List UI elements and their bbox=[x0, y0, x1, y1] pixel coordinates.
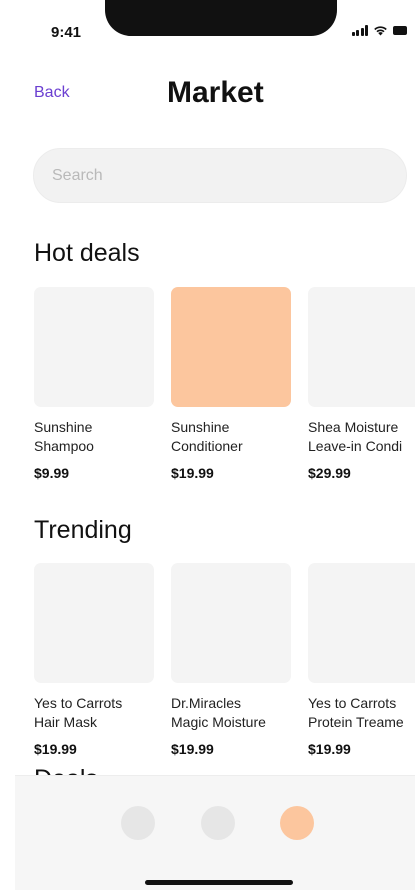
product-price: $9.99 bbox=[34, 465, 70, 481]
product-price: $19.99 bbox=[34, 741, 77, 757]
signal-icon bbox=[351, 25, 368, 36]
section-title-hot-deals: Hot deals bbox=[34, 239, 140, 267]
product-card[interactable]: Yes to Carrots Protein Treame $19.99 bbox=[308, 563, 415, 757]
status-time: 9:41 bbox=[51, 24, 82, 41]
product-name: Shea Moisture Leave-in Condi bbox=[308, 419, 403, 454]
product-image bbox=[171, 563, 291, 683]
product-image bbox=[34, 287, 154, 407]
product-card[interactable]: Shea Moisture Leave-in Condi $29.99 bbox=[308, 287, 415, 481]
status-icons bbox=[351, 25, 410, 36]
product-name: Sunshine Conditioner bbox=[171, 419, 243, 454]
product-card[interactable]: Sunshine Conditioner $19.99 bbox=[171, 287, 291, 481]
phone-screen: 9:41 Back Market Hot deals Sunshine Sham bbox=[15, 0, 415, 890]
search-input[interactable] bbox=[34, 149, 406, 202]
tab-3[interactable] bbox=[280, 806, 314, 840]
notch bbox=[105, 0, 337, 36]
product-image bbox=[34, 563, 154, 683]
search-box[interactable] bbox=[33, 148, 407, 203]
product-name: Dr.Miracles Magic Moisture bbox=[171, 695, 266, 730]
product-price: $19.99 bbox=[171, 465, 214, 481]
product-image bbox=[308, 563, 415, 683]
product-image bbox=[308, 287, 415, 407]
wifi-icon bbox=[373, 25, 388, 36]
product-name: Sunshine Shampoo bbox=[34, 419, 94, 454]
section-title-trending: Trending bbox=[34, 516, 132, 544]
product-price: $29.99 bbox=[308, 465, 351, 481]
product-price: $19.99 bbox=[308, 741, 351, 757]
product-card[interactable]: Yes to Carrots Hair Mask $19.99 bbox=[34, 563, 154, 757]
product-image bbox=[171, 287, 291, 407]
tab-2[interactable] bbox=[201, 806, 235, 840]
product-name: Yes to Carrots Protein Treame bbox=[308, 695, 404, 730]
product-card[interactable]: Sunshine Shampoo $9.99 bbox=[34, 287, 154, 481]
product-card[interactable]: Dr.Miracles Magic Moisture $19.99 bbox=[171, 563, 291, 757]
product-row-trending: Yes to Carrots Hair Mask $19.99 Dr.Mirac… bbox=[34, 563, 415, 757]
product-price: $19.99 bbox=[171, 741, 214, 757]
back-link[interactable]: Back bbox=[34, 84, 70, 102]
home-indicator bbox=[145, 880, 293, 885]
battery-icon bbox=[393, 25, 409, 36]
page-title: Market bbox=[167, 76, 264, 109]
product-row-hot-deals: Sunshine Shampoo $9.99 Sunshine Conditio… bbox=[34, 287, 415, 481]
product-name: Yes to Carrots Hair Mask bbox=[34, 695, 123, 730]
tab-1[interactable] bbox=[121, 806, 155, 840]
tab-bar bbox=[15, 775, 415, 890]
